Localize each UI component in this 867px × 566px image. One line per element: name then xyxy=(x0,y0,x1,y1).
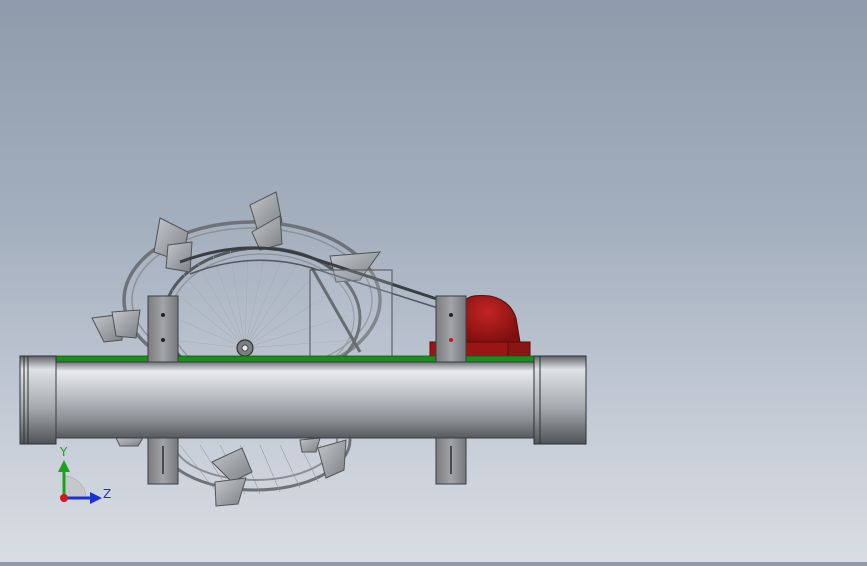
axis-triad: Y Z xyxy=(58,445,111,504)
pipe-left-cap xyxy=(19,355,57,445)
triad-quadrant xyxy=(63,475,87,499)
cad-viewport[interactable]: Y Z xyxy=(0,0,867,562)
upper-bracket-right[interactable] xyxy=(435,295,467,363)
upper-bracket-left[interactable] xyxy=(147,295,179,363)
cad-model-view[interactable]: Y Z xyxy=(0,0,867,562)
y-axis-arrowhead xyxy=(58,460,70,472)
main-pipe[interactable] xyxy=(19,355,587,445)
upper-paddle-7 xyxy=(111,309,141,339)
deck-plate xyxy=(51,355,541,363)
upper-paddle-2 xyxy=(165,241,193,273)
pipe-right-cap xyxy=(533,355,587,445)
wheel-hub-bolt xyxy=(241,344,249,352)
z-axis-arrowhead xyxy=(90,492,102,504)
transparent-guard-frame[interactable] xyxy=(309,269,393,359)
lower-paddle-3 xyxy=(317,439,347,479)
y-axis-label: Y xyxy=(59,445,68,459)
lower-paddle-1 xyxy=(211,447,253,483)
lower-paddle-4 xyxy=(299,437,321,453)
pipe-body xyxy=(55,361,535,439)
lower-paddle-2 xyxy=(214,477,247,507)
motor-body xyxy=(465,295,521,343)
triad-origin xyxy=(60,494,68,502)
z-axis-label: Z xyxy=(103,487,111,501)
motor-gearbox xyxy=(507,341,531,357)
